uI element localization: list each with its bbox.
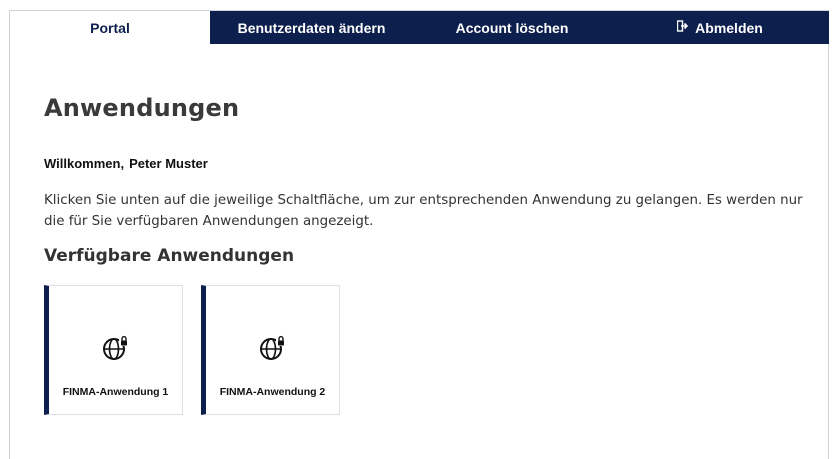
app-card-label: FINMA-Anwendung 2	[219, 386, 326, 398]
welcome-line: Willkommen, Peter Muster	[44, 156, 208, 171]
page-title: Anwendungen	[44, 94, 240, 122]
tab-change-user-data[interactable]: Benutzerdaten ändern	[210, 11, 413, 44]
section-title: Verfügbare Anwendungen	[44, 246, 295, 266]
tab-bar: Portal Benutzerdaten ändern Account lösc…	[10, 11, 829, 44]
tab-label: Account löschen	[455, 19, 569, 36]
welcome-label: Willkommen,	[44, 156, 125, 171]
tab-label: Benutzerdaten ändern	[237, 19, 386, 36]
tab-delete-account[interactable]: Account löschen	[413, 11, 611, 44]
intro-text: Klicken Sie unten auf die jeweilige Scha…	[44, 193, 803, 229]
portal-frame: Portal Benutzerdaten ändern Account lösc…	[9, 10, 829, 459]
tab-label: Portal	[90, 19, 130, 36]
logout-icon	[676, 20, 689, 35]
app-card-finma-2[interactable]: FINMA-Anwendung 2	[201, 285, 340, 415]
app-card-finma-1[interactable]: FINMA-Anwendung 1	[44, 285, 183, 415]
globe-lock-icon	[259, 335, 287, 361]
tab-portal[interactable]: Portal	[10, 11, 210, 44]
user-name: Peter Muster	[129, 156, 208, 171]
globe-lock-icon	[102, 335, 130, 361]
tab-logout[interactable]: Abmelden	[611, 11, 829, 44]
tab-label: Abmelden	[695, 19, 763, 36]
app-card-label: FINMA-Anwendung 1	[62, 386, 169, 398]
